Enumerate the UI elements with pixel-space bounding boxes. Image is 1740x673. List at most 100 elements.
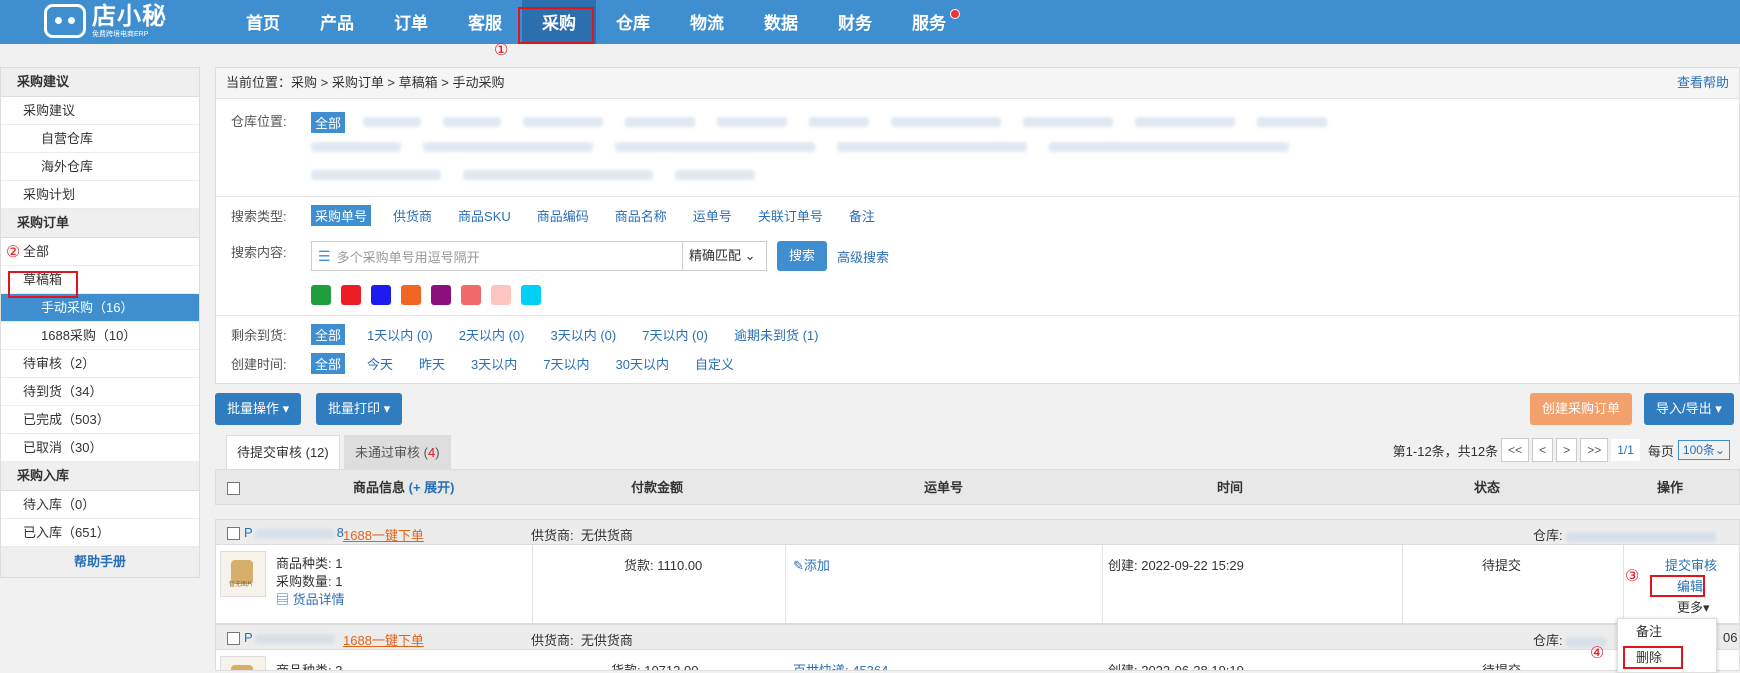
tab-rejected[interactable]: 未通过审核 (4): [344, 435, 451, 469]
import-export-button[interactable]: 导入/导出 ▾: [1644, 393, 1734, 425]
created-all[interactable]: 全部: [311, 352, 346, 374]
product-detail-link[interactable]: ▤ 货品详情: [276, 591, 345, 609]
tag-color-swatch[interactable]: [311, 285, 331, 305]
warehouse-option-redacted[interactable]: [615, 142, 815, 152]
warehouse-option-redacted[interactable]: [1023, 117, 1114, 127]
tag-color-swatch[interactable]: [521, 285, 541, 305]
tag-color-swatch[interactable]: [491, 285, 511, 305]
one-click-1688-link[interactable]: 1688一键下单: [343, 630, 424, 649]
sidebar-item-completed[interactable]: 已完成（503）: [1, 406, 199, 434]
sidebar-item-all[interactable]: 全部: [1, 238, 199, 266]
search-type-sku[interactable]: 商品SKU: [454, 205, 515, 226]
menu-item-note[interactable]: 备注: [1618, 619, 1716, 645]
select-all-checkbox[interactable]: [227, 482, 240, 495]
add-tracking-link[interactable]: ✎添加: [793, 555, 830, 574]
created-3-days[interactable]: 3天以内: [467, 353, 521, 374]
sidebar-item-inbound-done[interactable]: 已入库（651）: [1, 519, 199, 547]
remaining-1-day[interactable]: 1天以内 (0): [363, 324, 437, 345]
nav-home[interactable]: 首页: [226, 0, 300, 44]
nav-products[interactable]: 产品: [300, 0, 374, 44]
nav-data[interactable]: 数据: [744, 0, 818, 44]
tracking-number-link[interactable]: 百世快递: 45364: [793, 660, 888, 670]
created-today[interactable]: 今天: [363, 353, 397, 374]
warehouse-option-redacted[interactable]: [1135, 117, 1236, 127]
order-checkbox[interactable]: [227, 632, 240, 645]
one-click-1688-link[interactable]: 1688一键下单: [343, 525, 424, 544]
expand-link[interactable]: (+ 展开): [409, 480, 455, 495]
nav-warehouse[interactable]: 仓库: [596, 0, 670, 44]
nav-orders[interactable]: 订单: [374, 0, 448, 44]
sidebar-item-overseas-warehouse[interactable]: 海外仓库: [1, 153, 199, 181]
warehouse-option-redacted[interactable]: [809, 117, 870, 127]
create-purchase-order-button[interactable]: 创建采购订单: [1530, 393, 1633, 425]
prev-page-button[interactable]: <: [1532, 438, 1554, 462]
search-type-related-order[interactable]: 关联订单号: [754, 205, 827, 226]
sidebar-item-own-warehouse[interactable]: 自营仓库: [1, 125, 199, 153]
search-type-supplier[interactable]: 供货商: [389, 205, 436, 226]
warehouse-option-redacted[interactable]: [443, 117, 502, 127]
last-page-button[interactable]: >>: [1580, 438, 1609, 462]
sidebar-item-pending-review[interactable]: 待审核（2）: [1, 350, 199, 378]
view-help-link[interactable]: 查看帮助: [1677, 68, 1729, 98]
tag-color-swatch[interactable]: [371, 285, 391, 305]
nav-customer-service[interactable]: 客服: [448, 0, 522, 44]
created-7-days[interactable]: 7天以内: [539, 353, 593, 374]
warehouse-option-redacted[interactable]: [463, 170, 653, 180]
first-page-button[interactable]: <<: [1501, 438, 1530, 462]
sidebar-item-cancelled[interactable]: 已取消（30）: [1, 434, 199, 462]
warehouse-all-chip[interactable]: 全部: [311, 111, 346, 133]
tag-color-swatch[interactable]: [401, 285, 421, 305]
remaining-7-days[interactable]: 7天以内 (0): [638, 324, 712, 345]
warehouse-option-redacted[interactable]: [311, 170, 441, 180]
tag-color-swatch[interactable]: [341, 285, 361, 305]
remaining-all[interactable]: 全部: [311, 323, 346, 345]
tag-color-swatch[interactable]: [461, 285, 481, 305]
logo[interactable]: 店小秘 免费跨境电商ERP: [44, 2, 167, 40]
warehouse-option-redacted[interactable]: [423, 142, 593, 152]
product-thumbnail[interactable]: 暂无图片: [220, 551, 266, 597]
remaining-overdue[interactable]: 逾期未到货 (1): [730, 324, 823, 345]
match-mode-select[interactable]: 精确匹配 ⌄: [683, 241, 767, 271]
warehouse-option-redacted[interactable]: [523, 117, 604, 127]
per-page-select[interactable]: 100条⌄: [1677, 440, 1730, 460]
tab-pending-submit[interactable]: 待提交审核 (12): [226, 435, 340, 469]
nav-services[interactable]: 服务: [892, 0, 966, 44]
warehouse-option-redacted[interactable]: [837, 142, 1027, 152]
search-type-product-code[interactable]: 商品编码: [533, 205, 593, 226]
sidebar-item-1688-purchase[interactable]: 1688采购（10）: [1, 322, 199, 350]
search-type-note[interactable]: 备注: [845, 205, 879, 226]
sidebar-item-plan[interactable]: 采购计划: [1, 181, 199, 209]
more-dropdown[interactable]: 更多▾: [1677, 597, 1710, 616]
tag-color-swatch[interactable]: [431, 285, 451, 305]
nav-finance[interactable]: 财务: [818, 0, 892, 44]
warehouse-option-redacted[interactable]: [1049, 142, 1289, 152]
sidebar-item-pending-inbound[interactable]: 待入库（0）: [1, 491, 199, 519]
order-id[interactable]: P8: [244, 525, 344, 540]
warehouse-option-redacted[interactable]: [891, 117, 1002, 127]
search-type-tracking[interactable]: 运单号: [689, 205, 736, 226]
next-page-button[interactable]: >: [1556, 438, 1578, 462]
help-manual-link[interactable]: 帮助手册: [1, 547, 199, 577]
submit-review-link[interactable]: 提交审核: [1665, 555, 1717, 574]
created-custom[interactable]: 自定义: [691, 353, 738, 374]
order-checkbox[interactable]: [227, 527, 240, 540]
warehouse-option-redacted[interactable]: [675, 170, 755, 180]
nav-logistics[interactable]: 物流: [670, 0, 744, 44]
created-30-days[interactable]: 30天以内: [612, 353, 673, 374]
search-type-product-name[interactable]: 商品名称: [611, 205, 671, 226]
remaining-3-days[interactable]: 3天以内 (0): [546, 324, 620, 345]
warehouse-option-redacted[interactable]: [717, 117, 788, 127]
warehouse-option-redacted[interactable]: [625, 117, 696, 127]
created-yesterday[interactable]: 昨天: [415, 353, 449, 374]
remaining-2-days[interactable]: 2天以内 (0): [455, 324, 529, 345]
batch-operations-button[interactable]: 批量操作 ▾: [215, 393, 302, 425]
batch-print-button[interactable]: 批量打印 ▾: [316, 393, 403, 425]
sidebar-item-manual-purchase[interactable]: 手动采购（16）: [1, 294, 199, 322]
order-id[interactable]: P: [244, 630, 337, 645]
search-button[interactable]: 搜索: [777, 241, 828, 271]
search-input[interactable]: ☰ 多个采购单号用逗号隔开: [311, 241, 683, 271]
warehouse-option-redacted[interactable]: [311, 142, 401, 152]
search-type-po-number[interactable]: 采购单号: [311, 204, 372, 226]
advanced-search-link[interactable]: 高级搜索: [837, 247, 889, 266]
warehouse-option-redacted[interactable]: [1257, 117, 1328, 127]
